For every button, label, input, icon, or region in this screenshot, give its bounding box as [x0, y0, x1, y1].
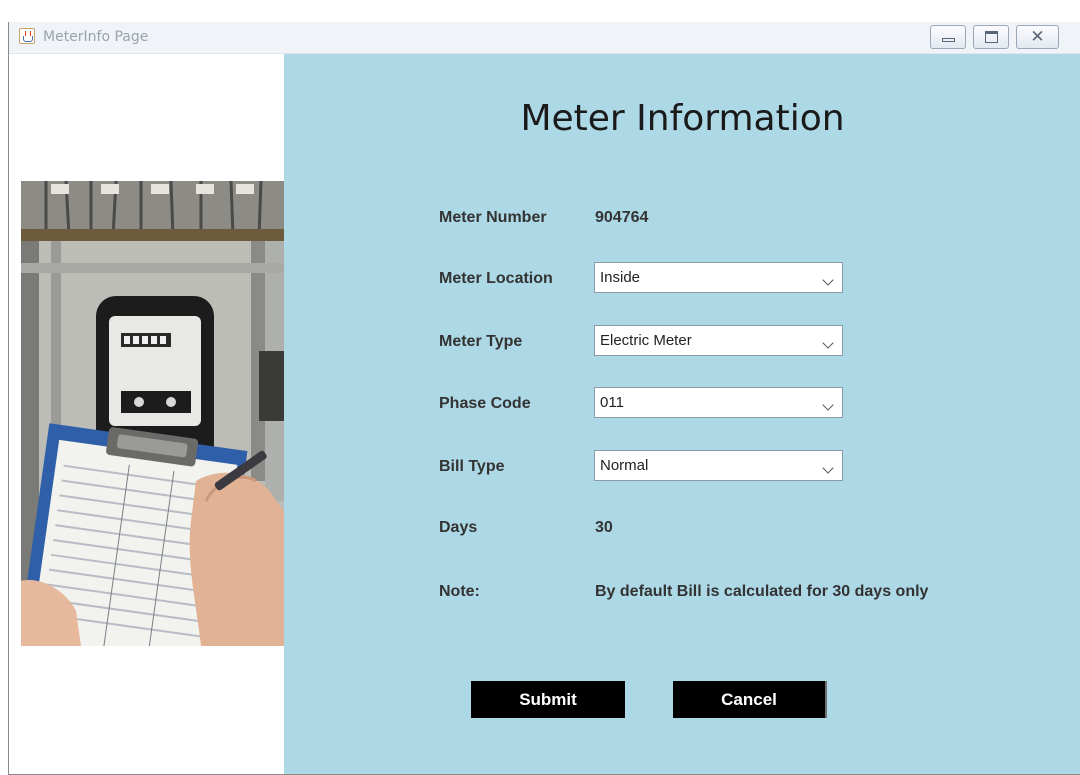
bill-type-selected: Normal — [600, 457, 649, 474]
phase-code-label: Phase Code — [439, 395, 531, 412]
meter-location-label: Meter Location — [439, 270, 553, 287]
window-title: MeterInfo Page — [43, 29, 149, 45]
chevron-down-icon — [822, 337, 834, 349]
meter-type-select[interactable]: Electric Meter — [594, 325, 843, 356]
close-icon: ✕ — [1030, 27, 1045, 46]
maximize-button[interactable] — [973, 25, 1009, 49]
chevron-down-icon — [822, 462, 834, 474]
phase-code-selected: 011 — [600, 394, 624, 411]
image-panel — [9, 54, 284, 774]
days-label: Days — [439, 519, 478, 536]
meter-number-value: 904764 — [595, 209, 649, 226]
bill-type-label: Bill Type — [439, 458, 505, 475]
minimize-icon — [942, 38, 955, 42]
phase-code-select[interactable]: 011 — [594, 387, 843, 418]
title-bar[interactable]: MeterInfo Page ✕ — [9, 22, 1080, 54]
java-cup-icon — [19, 28, 35, 44]
minimize-button[interactable] — [930, 25, 966, 49]
chevron-down-icon — [822, 274, 834, 286]
meterinfo-window: MeterInfo Page ✕ Meter Information Meter… — [8, 22, 1080, 775]
meter-location-select[interactable]: Inside — [594, 262, 843, 293]
meter-form-panel: Meter Information Meter Number 904764 Me… — [284, 54, 1080, 774]
meter-reading-photo — [21, 181, 284, 646]
bill-type-select[interactable]: Normal — [594, 450, 843, 481]
meter-type-selected: Electric Meter — [600, 332, 692, 349]
note-label: Note: — [439, 583, 480, 600]
chevron-down-icon — [822, 399, 834, 411]
submit-button[interactable]: Submit — [471, 681, 625, 718]
meter-location-selected: Inside — [600, 269, 641, 286]
page-title: Meter Information — [520, 98, 845, 139]
meter-number-label: Meter Number — [439, 209, 547, 226]
cancel-button[interactable]: Cancel — [673, 681, 827, 718]
maximize-icon — [985, 31, 998, 43]
meter-type-label: Meter Type — [439, 333, 523, 350]
days-value: 30 — [595, 519, 613, 536]
note-text: By default Bill is calculated for 30 day… — [595, 583, 929, 600]
close-button[interactable]: ✕ — [1016, 25, 1059, 49]
